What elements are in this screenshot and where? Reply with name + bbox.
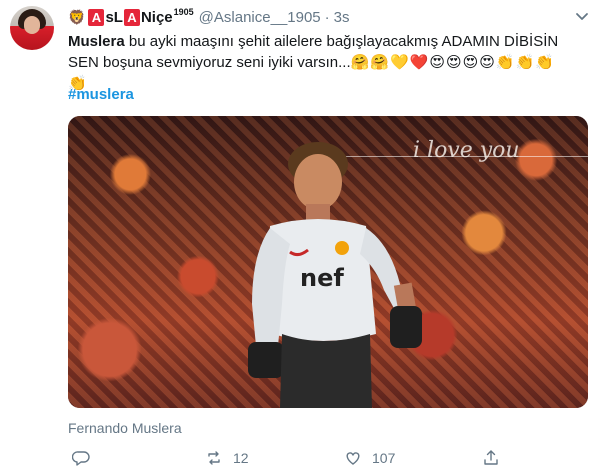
tweet-photo[interactable]: i love you nef bbox=[68, 116, 588, 408]
tweet-text-bold: Muslera bbox=[68, 33, 125, 50]
tweet-actions: 12 107 bbox=[68, 447, 588, 469]
chevron-down-icon[interactable] bbox=[574, 8, 590, 24]
retweet-icon bbox=[208, 451, 220, 465]
tweet-text: Muslera bu ayki maaşını şehit ailelere b… bbox=[68, 31, 590, 94]
reply-button[interactable] bbox=[72, 447, 90, 469]
like-count: 107 bbox=[372, 450, 396, 466]
goalkeeper-figure: nef bbox=[248, 142, 422, 408]
lion-emoji: 🦁 bbox=[68, 8, 86, 25]
retweet-count: 12 bbox=[233, 450, 249, 466]
retweet-button[interactable]: 12 bbox=[205, 447, 249, 469]
tweet: 🦁 A sL A Niçe 1905 @Aslanice__1905 · 3s … bbox=[0, 0, 600, 474]
tweet-text-line1: bu ayki maaşını şehit ailelere bağışlaya… bbox=[124, 33, 559, 50]
hashtag-link[interactable]: #muslera bbox=[68, 86, 134, 103]
display-name-part[interactable]: Niçe bbox=[141, 9, 173, 26]
display-name-part[interactable]: sL bbox=[105, 9, 123, 26]
separator: · bbox=[324, 8, 330, 26]
svg-text:nef: nef bbox=[300, 264, 344, 292]
tweet-header: 🦁 A sL A Niçe 1905 @Aslanice__1905 · 3s bbox=[68, 6, 350, 28]
tweet-emojis: 🤗🤗💛❤️😍😍😍😍👏👏👏 bbox=[350, 54, 555, 71]
like-button[interactable]: 107 bbox=[344, 447, 395, 469]
display-name-part[interactable]: A bbox=[123, 8, 140, 26]
tweet-text-line2: SEN boşuna sevmiyoruz seni iyiki varsın.… bbox=[68, 54, 351, 71]
share-icon bbox=[484, 450, 498, 465]
heart-icon bbox=[346, 452, 360, 465]
photo-caption[interactable]: Fernando Muslera bbox=[68, 420, 182, 436]
share-button[interactable] bbox=[482, 447, 500, 469]
reply-icon bbox=[72, 451, 90, 466]
avatar[interactable] bbox=[10, 6, 54, 50]
display-name-superscript[interactable]: 1905 bbox=[174, 7, 194, 17]
timestamp[interactable]: 3s bbox=[334, 9, 350, 26]
user-handle[interactable]: @Aslanice__1905 bbox=[199, 9, 321, 26]
display-name-part[interactable]: A bbox=[88, 8, 105, 26]
